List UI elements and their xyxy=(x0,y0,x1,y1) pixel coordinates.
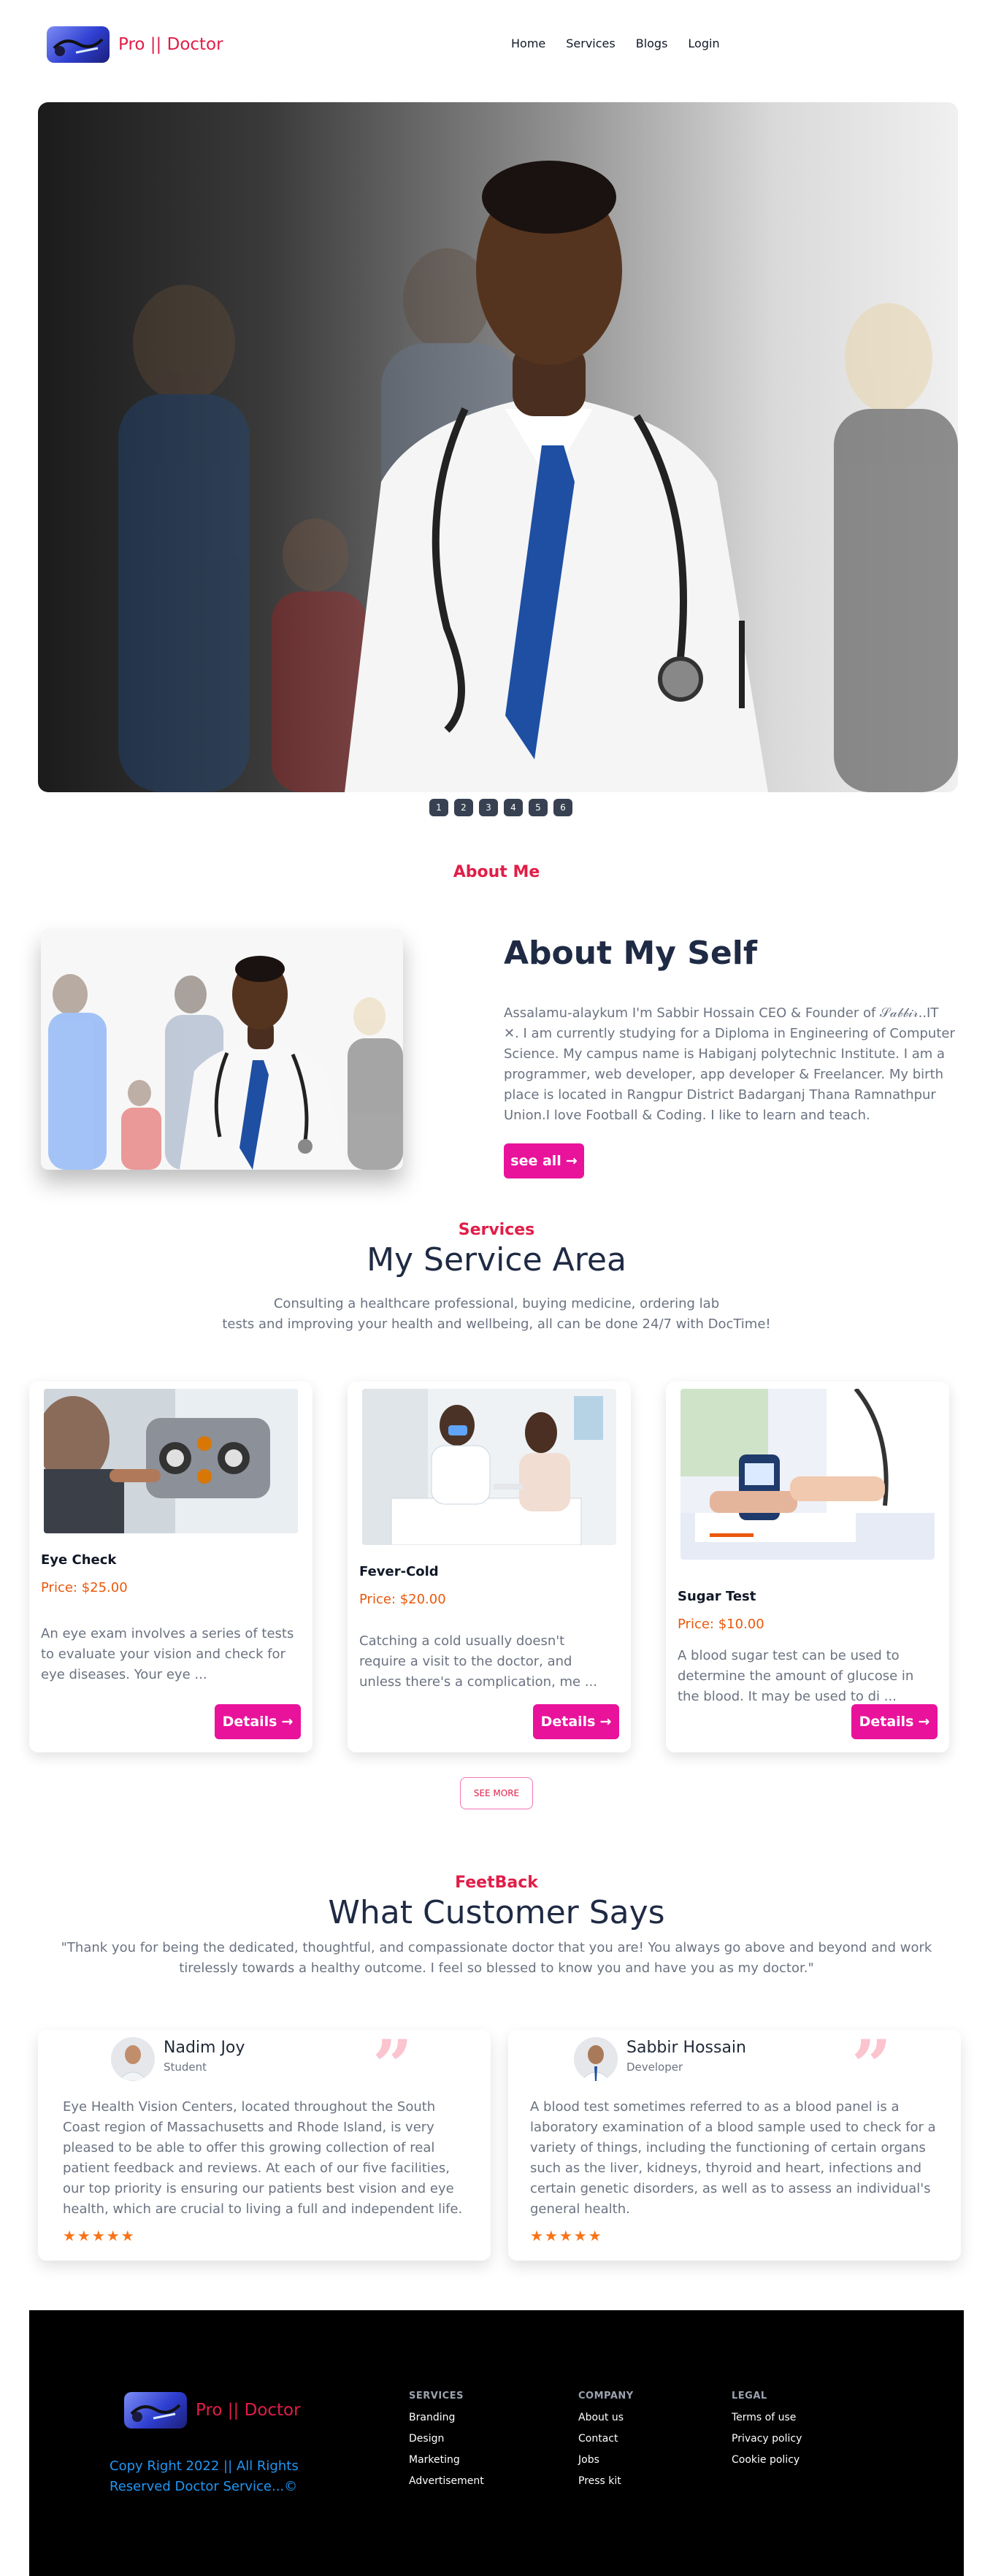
logo-image xyxy=(47,26,110,63)
carousel-pagination: 1 2 3 4 5 6 xyxy=(429,799,572,816)
reviewer-name: Nadim Joy xyxy=(164,2039,245,2057)
footer-link-marketing[interactable]: Marketing xyxy=(409,2454,484,2466)
carousel-dot-1[interactable]: 1 xyxy=(429,799,448,816)
carousel-dot-6[interactable]: 6 xyxy=(553,799,572,816)
about-description: Assalamu-alaykum I'm Sabbir Hossain CEO … xyxy=(504,1005,955,1123)
star-icon: ★★★★★ xyxy=(63,2227,136,2245)
service-price: Price: $10.00 xyxy=(678,1617,764,1632)
service-title: Eye Check xyxy=(41,1552,117,1568)
footer-brand-logo[interactable]: Pro || Doctor xyxy=(124,2392,301,2429)
reviewer-role: Student xyxy=(164,2061,207,2074)
services-subtitle: Consulting a healthcare professional, bu… xyxy=(0,1294,993,1335)
quote-icon: ” xyxy=(851,2025,892,2107)
footer-link-press-kit[interactable]: Press kit xyxy=(578,2475,634,2487)
fever-cold-image xyxy=(362,1389,616,1545)
site-footer: Pro || Doctor Copy Right 2022 || All Rig… xyxy=(29,2310,964,2576)
services-title: My Service Area xyxy=(367,1241,626,1279)
copyright-text: Copy Right 2022 || All Rights Reserved D… xyxy=(110,2458,299,2494)
main-menu: Home Services Blogs Login xyxy=(511,37,720,50)
service-title: Fever-Cold xyxy=(359,1564,439,1579)
details-button[interactable]: Details → xyxy=(533,1704,619,1739)
details-label: Details xyxy=(540,1714,596,1730)
details-button[interactable]: Details → xyxy=(215,1704,301,1739)
services-section-label: Services xyxy=(458,1221,535,1239)
footer-link-privacy[interactable]: Privacy policy xyxy=(732,2433,802,2445)
doctor-hero-illustration xyxy=(118,161,958,792)
see-all-label: see all xyxy=(510,1153,561,1169)
details-label: Details xyxy=(859,1714,914,1730)
service-description: A blood sugar test can be used to determ… xyxy=(678,1648,914,1704)
sugar-test-image xyxy=(680,1389,935,1560)
arrow-right-icon: → xyxy=(281,1714,294,1730)
hero-banner xyxy=(38,102,958,792)
footer-column-services: SERVICES Branding Design Marketing Adver… xyxy=(409,2391,484,2496)
footer-brand-name: Pro || Doctor xyxy=(196,2401,301,2420)
quote-icon: ” xyxy=(372,2025,413,2107)
service-price: Price: $20.00 xyxy=(359,1592,446,1607)
nav-link-login[interactable]: Login xyxy=(688,37,719,50)
nav-link-blogs[interactable]: Blogs xyxy=(636,37,668,50)
arrow-right-icon: → xyxy=(565,1153,578,1169)
service-title: Sugar Test xyxy=(678,1589,756,1604)
reviewer-name: Sabbir Hossain xyxy=(626,2039,746,2057)
footer-link-advertisement[interactable]: Advertisement xyxy=(409,2475,484,2487)
footer-link-cookie[interactable]: Cookie policy xyxy=(732,2454,802,2466)
footer-link-design[interactable]: Design xyxy=(409,2433,484,2445)
carousel-dot-3[interactable]: 3 xyxy=(479,799,498,816)
see-all-button[interactable]: see all → xyxy=(504,1143,584,1178)
footer-link-jobs[interactable]: Jobs xyxy=(578,2454,634,2466)
review-text: A blood test sometimes referred to as a … xyxy=(530,2099,936,2217)
footer-heading: COMPANY xyxy=(578,2391,634,2401)
carousel-dot-2[interactable]: 2 xyxy=(454,799,473,816)
details-label: Details xyxy=(222,1714,277,1730)
carousel-dot-4[interactable]: 4 xyxy=(504,799,523,816)
services-subtitle-line-1: Consulting a healthcare professional, bu… xyxy=(273,1296,720,1311)
footer-heading: LEGAL xyxy=(732,2391,767,2401)
review-card: Sabbir Hossain Developer ” A blood test … xyxy=(508,2030,961,2261)
service-card-eye-check: Eye Check Price: $25.00 An eye exam invo… xyxy=(29,1381,313,1752)
about-title: About My Self xyxy=(504,935,757,972)
arrow-right-icon: → xyxy=(918,1714,930,1730)
about-doctor-image xyxy=(41,929,403,1170)
top-navbar: Pro || Doctor Home Services Blogs Login xyxy=(0,0,993,88)
footer-logo-image xyxy=(124,2392,187,2429)
avatar xyxy=(574,2037,618,2081)
see-more-button[interactable]: SEE MORE xyxy=(460,1777,533,1809)
arrow-right-icon: → xyxy=(599,1714,612,1730)
service-description: An eye exam involves a series of tests t… xyxy=(41,1626,294,1682)
footer-column-company: COMPANY About us Contact Jobs Press kit xyxy=(578,2391,634,2496)
feedback-title: What Customer Says xyxy=(328,1894,665,1931)
footer-link-contact[interactable]: Contact xyxy=(578,2433,634,2445)
nav-link-services[interactable]: Services xyxy=(566,37,615,50)
footer-link-terms[interactable]: Terms of use xyxy=(732,2412,802,2423)
carousel-dot-5[interactable]: 5 xyxy=(529,799,548,816)
service-card-sugar-test: Sugar Test Price: $10.00 A blood sugar t… xyxy=(666,1381,949,1752)
review-card: Nadim Joy Student ” Eye Health Vision Ce… xyxy=(38,2030,491,2261)
feedback-quote: "Thank you for being the dedicated, thou… xyxy=(61,1940,932,1976)
footer-link-branding[interactable]: Branding xyxy=(409,2412,484,2423)
service-description: Catching a cold usually doesn't require … xyxy=(359,1633,598,1690)
nav-link-home[interactable]: Home xyxy=(511,37,545,50)
footer-column-legal: LEGAL Terms of use Privacy policy Cookie… xyxy=(732,2391,802,2475)
feedback-section-label: FeetBack xyxy=(455,1874,538,1892)
brand-logo[interactable]: Pro || Doctor xyxy=(47,26,223,63)
star-icon: ★★★★★ xyxy=(530,2227,603,2245)
service-price: Price: $25.00 xyxy=(41,1580,128,1595)
brand-name: Pro || Doctor xyxy=(118,35,223,54)
avatar xyxy=(111,2037,155,2081)
reviewer-role: Developer xyxy=(626,2061,683,2074)
details-button[interactable]: Details → xyxy=(851,1704,938,1739)
about-section-label: About Me xyxy=(453,863,540,881)
footer-heading: SERVICES xyxy=(409,2391,464,2401)
footer-link-about-us[interactable]: About us xyxy=(578,2412,634,2423)
service-card-fever-cold: Fever-Cold Price: $20.00 Catching a cold… xyxy=(348,1381,631,1752)
eye-check-image xyxy=(44,1389,298,1533)
review-text: Eye Health Vision Centers, located throu… xyxy=(63,2099,463,2217)
services-subtitle-line-2: tests and improving your health and well… xyxy=(222,1316,771,1332)
